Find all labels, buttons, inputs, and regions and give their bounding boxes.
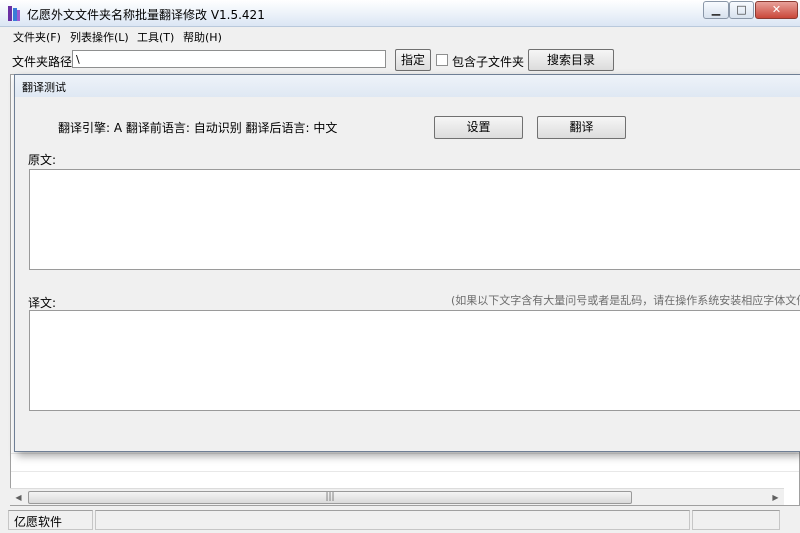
window-title: 亿愿外文文件夹名称批量翻译修改 V1.5.421 <box>27 8 265 22</box>
horizontal-scrollbar[interactable]: ◀ ||| ▶ <box>10 488 784 505</box>
dialog-title: 翻译测试 <box>22 81 66 94</box>
list-gridline <box>11 453 799 454</box>
maximize-button[interactable]: □ <box>729 1 754 19</box>
font-hint: (如果以下文字含有大量问号或者是乱码，请在操作系统安装相应字体文件) <box>451 294 800 307</box>
scroll-thumb[interactable]: ||| <box>28 491 632 504</box>
source-label: 原文: <box>28 153 57 167</box>
minimize-icon: ▁ <box>711 3 721 16</box>
target-label: 译文: <box>28 296 57 310</box>
engine-info: 翻译引擎: A 翻译前语言: 自动识别 翻译后语言: 中文 <box>58 121 338 135</box>
include-subfolders-label: 包含子文件夹 <box>452 55 525 69</box>
close-icon: ✕ <box>771 3 782 16</box>
status-pane-right <box>692 510 780 530</box>
list-gridline <box>11 471 799 472</box>
menu-folder[interactable]: 文件夹(F) <box>13 29 61 45</box>
path-toolbar: 文件夹路径: 指定 包含子文件夹 搜索目录 <box>0 46 800 74</box>
translation-test-dialog: 翻译测试 翻译引擎: A 翻译前语言: 自动识别 翻译后语言: 中文 设置 翻译… <box>14 74 800 452</box>
menu-bar: 文件夹(F) 列表操作(L) 工具(T) 帮助(H) <box>0 27 800 46</box>
minimize-button[interactable]: ▁ <box>703 1 729 19</box>
menu-list-ops[interactable]: 列表操作(L) <box>70 29 129 45</box>
dialog-title-bar: 翻译测试 <box>15 75 800 97</box>
scroll-left-icon[interactable]: ◀ <box>11 491 26 504</box>
search-directory-button[interactable]: 搜索目录 <box>528 49 614 71</box>
menu-tools[interactable]: 工具(T) <box>137 29 174 45</box>
status-bar: 亿愿软件 <box>0 508 800 533</box>
assign-button[interactable]: 指定 <box>395 49 431 71</box>
settings-button[interactable]: 设置 <box>434 116 523 139</box>
menu-help[interactable]: 帮助(H) <box>183 29 222 45</box>
scroll-right-icon[interactable]: ▶ <box>768 491 783 504</box>
status-pane-app: 亿愿软件 <box>8 510 93 530</box>
maximize-icon: □ <box>736 3 747 16</box>
status-pane-main <box>95 510 690 530</box>
main-title-bar: 亿愿外文文件夹名称批量翻译修改 V1.5.421 ▁ □ ✕ <box>0 0 800 27</box>
translate-button[interactable]: 翻译 <box>537 116 626 139</box>
folder-path-input[interactable] <box>72 50 386 68</box>
target-text-area[interactable] <box>29 310 800 411</box>
source-text-area[interactable] <box>29 169 800 270</box>
path-label: 文件夹路径: <box>12 55 77 69</box>
app-logo-icon <box>8 6 20 21</box>
close-button[interactable]: ✕ <box>755 1 798 19</box>
include-subfolders-checkbox[interactable] <box>436 54 448 66</box>
status-app-name: 亿愿软件 <box>14 515 63 529</box>
